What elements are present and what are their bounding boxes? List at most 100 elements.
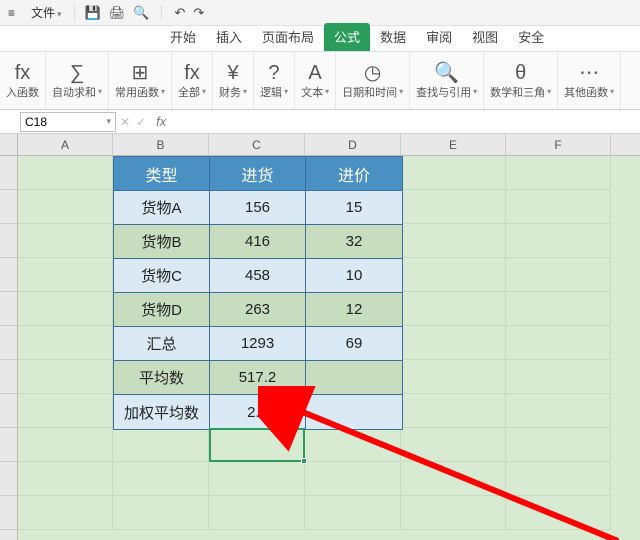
- table-cell[interactable]: 458: [210, 259, 306, 293]
- table-cell[interactable]: 32: [306, 225, 402, 259]
- table-cell[interactable]: 货物C: [114, 259, 210, 293]
- cell[interactable]: [506, 326, 611, 360]
- cell[interactable]: [401, 394, 506, 428]
- cell[interactable]: [506, 394, 611, 428]
- table-cell[interactable]: 货物A: [114, 191, 210, 225]
- cell[interactable]: [506, 156, 611, 190]
- cell[interactable]: [401, 258, 506, 292]
- table-cell[interactable]: 12: [306, 293, 402, 327]
- ribbon-more-functions[interactable]: ⋯ 其他函数▾: [558, 52, 621, 109]
- col-header-A[interactable]: A: [18, 134, 113, 155]
- cell[interactable]: [18, 258, 113, 292]
- row-header[interactable]: [0, 428, 17, 462]
- cell[interactable]: [401, 292, 506, 326]
- select-all-corner[interactable]: [0, 134, 18, 155]
- print-icon[interactable]: 🖨: [109, 5, 126, 21]
- ribbon-datetime[interactable]: ◷ 日期和时间▾: [336, 52, 410, 109]
- ribbon-lookup[interactable]: 🔍 查找与引用▾: [410, 52, 484, 109]
- cell[interactable]: [18, 326, 113, 360]
- ribbon-insert-function[interactable]: fx 入函数: [0, 52, 46, 109]
- ribbon-logic[interactable]: ? 逻辑▾: [254, 52, 295, 109]
- cell[interactable]: [209, 462, 305, 496]
- table-cell[interactable]: 263: [210, 293, 306, 327]
- cell[interactable]: [401, 428, 506, 462]
- row-header[interactable]: [0, 462, 17, 496]
- cell[interactable]: [506, 360, 611, 394]
- cell[interactable]: [506, 428, 611, 462]
- formula-input[interactable]: [172, 112, 640, 132]
- cell[interactable]: [18, 428, 113, 462]
- cell[interactable]: [113, 496, 209, 530]
- cell[interactable]: [305, 496, 401, 530]
- ribbon-all-functions[interactable]: fx 全部▾: [172, 52, 213, 109]
- tab-insert[interactable]: 插入: [206, 23, 252, 51]
- cell[interactable]: [401, 360, 506, 394]
- table-cell[interactable]: 156: [210, 191, 306, 225]
- cell[interactable]: [305, 462, 401, 496]
- table-cell[interactable]: 416: [210, 225, 306, 259]
- ribbon-finance[interactable]: ¥ 财务▾: [213, 52, 254, 109]
- col-header-E[interactable]: E: [401, 134, 506, 155]
- row-header[interactable]: [0, 292, 17, 326]
- menu-file[interactable]: 文件▾: [23, 4, 70, 21]
- ribbon-autosum[interactable]: ∑ 自动求和▾: [46, 52, 109, 109]
- col-header-B[interactable]: B: [113, 134, 209, 155]
- tab-security[interactable]: 安全: [508, 23, 554, 51]
- table-cell[interactable]: 货物B: [114, 225, 210, 259]
- table-cell[interactable]: 平均数: [114, 361, 210, 395]
- table-header-cell[interactable]: 进价: [306, 157, 402, 191]
- ribbon-text[interactable]: A 文本▾: [295, 52, 336, 109]
- col-header-D[interactable]: D: [305, 134, 401, 155]
- print-preview-icon[interactable]: 🔍: [133, 5, 149, 21]
- worksheet[interactable]: A B C D E F 类型: [0, 134, 640, 540]
- tab-formula[interactable]: 公式: [324, 23, 370, 51]
- cell[interactable]: [18, 496, 113, 530]
- table-cell[interactable]: 加权平均数: [114, 395, 210, 429]
- ribbon-common-functions[interactable]: ⊞ 常用函数▾: [109, 52, 172, 109]
- cell[interactable]: [401, 326, 506, 360]
- row-header[interactable]: [0, 156, 17, 190]
- row-header[interactable]: [0, 224, 17, 258]
- cell[interactable]: [506, 224, 611, 258]
- cell[interactable]: [506, 292, 611, 326]
- table-cell[interactable]: 517.2: [210, 361, 306, 395]
- cell[interactable]: [18, 224, 113, 258]
- table-cell[interactable]: 10: [306, 259, 402, 293]
- cell[interactable]: [18, 292, 113, 326]
- table-cell[interactable]: 货物D: [114, 293, 210, 327]
- row-header[interactable]: [0, 258, 17, 292]
- tab-data[interactable]: 数据: [370, 23, 416, 51]
- cell[interactable]: [18, 394, 113, 428]
- cell[interactable]: [506, 462, 611, 496]
- cell[interactable]: [401, 224, 506, 258]
- name-box[interactable]: C18 ▾: [20, 112, 116, 132]
- accept-icon[interactable]: ✓: [136, 115, 146, 129]
- save-icon[interactable]: 💾: [85, 5, 101, 21]
- table-cell[interactable]: [306, 395, 402, 429]
- cell[interactable]: [209, 428, 305, 462]
- cell[interactable]: [506, 258, 611, 292]
- cell[interactable]: [401, 462, 506, 496]
- cell[interactable]: [506, 496, 611, 530]
- cancel-icon[interactable]: ✕: [120, 115, 130, 129]
- row-header[interactable]: [0, 326, 17, 360]
- cell[interactable]: [18, 156, 113, 190]
- tab-review[interactable]: 审阅: [416, 23, 462, 51]
- redo-icon[interactable]: ↷: [193, 5, 204, 21]
- table-header-cell[interactable]: 进货: [210, 157, 306, 191]
- cell[interactable]: [113, 428, 209, 462]
- cell[interactable]: [209, 496, 305, 530]
- table-cell[interactable]: [306, 361, 402, 395]
- row-header[interactable]: [0, 496, 17, 530]
- cell[interactable]: [305, 428, 401, 462]
- cell[interactable]: [506, 190, 611, 224]
- row-header[interactable]: [0, 394, 17, 428]
- fx-icon[interactable]: fx: [150, 114, 172, 129]
- tab-start[interactable]: 开始: [160, 23, 206, 51]
- row-header[interactable]: [0, 190, 17, 224]
- tab-view[interactable]: 视图: [462, 23, 508, 51]
- cell[interactable]: [401, 190, 506, 224]
- cell[interactable]: [18, 190, 113, 224]
- table-cell[interactable]: 15: [306, 191, 402, 225]
- col-header-F[interactable]: F: [506, 134, 611, 155]
